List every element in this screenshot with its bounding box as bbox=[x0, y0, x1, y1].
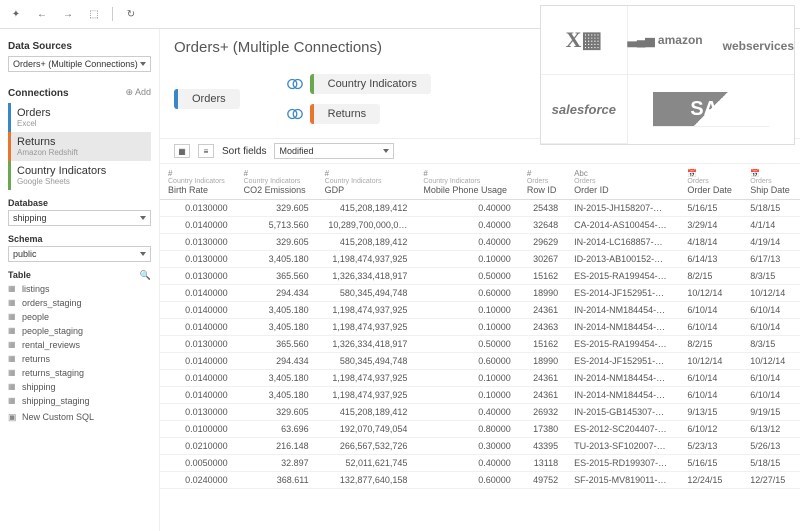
join-icon[interactable] bbox=[286, 105, 304, 123]
table-row[interactable]: 0.0130000329.605415,208,189,4120.4000026… bbox=[160, 404, 800, 421]
schema-select[interactable]: public bbox=[8, 246, 151, 262]
table-item[interactable]: returns bbox=[8, 352, 151, 366]
data-grid[interactable]: #Country IndicatorsBirth Rate#Country In… bbox=[160, 164, 800, 531]
column-header[interactable]: AbcOrdersOrder ID bbox=[566, 164, 679, 200]
excel-logo: X▦ bbox=[541, 6, 628, 75]
join-icon[interactable] bbox=[286, 75, 304, 93]
aws-logo: ▃▄▅ amazon webservices bbox=[628, 6, 794, 75]
table-list: listingsorders_stagingpeoplepeople_stagi… bbox=[8, 282, 151, 408]
connections-heading: Connections bbox=[8, 88, 69, 99]
table-item[interactable]: listings bbox=[8, 282, 151, 296]
logo-overlay: X▦ ▃▄▅ amazon webservices salesforce SAP bbox=[540, 5, 795, 145]
page-title: Orders+ (Multiple Connections) bbox=[174, 39, 382, 56]
column-header[interactable]: #Country IndicatorsBirth Rate bbox=[160, 164, 236, 200]
connection-item[interactable]: Country IndicatorsGoogle Sheets bbox=[8, 161, 151, 190]
connection-item[interactable]: OrdersExcel bbox=[8, 103, 151, 132]
table-row[interactable]: 0.01400003,405.1801,198,474,937,9250.100… bbox=[160, 302, 800, 319]
column-header[interactable]: #Country IndicatorsGDP bbox=[317, 164, 416, 200]
table-row[interactable]: 0.01400003,405.1801,198,474,937,9250.100… bbox=[160, 319, 800, 336]
table-row[interactable]: 0.0130000329.605415,208,189,4120.4000029… bbox=[160, 234, 800, 251]
table-item[interactable]: returns_staging bbox=[8, 366, 151, 380]
connection-item[interactable]: ReturnsAmazon Redshift bbox=[8, 132, 151, 161]
table-row[interactable]: 0.005000032.89752,011,621,7450.400001311… bbox=[160, 455, 800, 472]
column-header[interactable]: 📅OrdersShip Date bbox=[742, 164, 800, 200]
search-icon[interactable]: 🔍 bbox=[140, 270, 151, 281]
table-row[interactable]: 0.01400005,713.56010,289,700,000,0…0.400… bbox=[160, 217, 800, 234]
table-item[interactable]: orders_staging bbox=[8, 296, 151, 310]
column-header[interactable]: #OrdersRow ID bbox=[519, 164, 566, 200]
table-label: Table 🔍 bbox=[8, 270, 151, 280]
forward-icon[interactable]: → bbox=[60, 6, 76, 22]
sort-label: Sort fields bbox=[222, 146, 266, 157]
save-icon[interactable]: ⬚ bbox=[86, 6, 102, 22]
table-row[interactable]: 0.0210000216.148266,567,532,7260.3000043… bbox=[160, 438, 800, 455]
table-row[interactable]: 0.0140000294.434580,345,494,7480.6000018… bbox=[160, 353, 800, 370]
table-item[interactable]: rental_reviews bbox=[8, 338, 151, 352]
app-logo-icon: ✦ bbox=[8, 6, 24, 22]
schema-label: Schema bbox=[8, 234, 151, 244]
column-header[interactable]: #Country IndicatorsCO2 Emissions bbox=[236, 164, 317, 200]
back-icon[interactable]: ← bbox=[34, 6, 50, 22]
add-connection-button[interactable]: ⊕ Add bbox=[125, 87, 151, 98]
table-row[interactable]: 0.01400003,405.1801,198,474,937,9250.100… bbox=[160, 370, 800, 387]
refresh-icon[interactable]: ↻ bbox=[123, 6, 139, 22]
grid-view-toggle[interactable]: ▦ bbox=[174, 144, 190, 158]
table-item[interactable]: people bbox=[8, 310, 151, 324]
table-row[interactable]: 0.0240000368.611132,877,640,1580.6000049… bbox=[160, 472, 800, 489]
sort-select[interactable]: Modified bbox=[274, 143, 394, 159]
returns-pill[interactable]: Returns bbox=[310, 104, 381, 124]
data-sources-heading: Data Sources bbox=[8, 41, 151, 52]
chevron-down-icon bbox=[383, 149, 389, 153]
table-row[interactable]: 0.0140000294.434580,345,494,7480.6000018… bbox=[160, 285, 800, 302]
salesforce-logo: salesforce bbox=[541, 75, 628, 144]
new-custom-sql[interactable]: ▣ New Custom SQL bbox=[8, 408, 151, 424]
chevron-down-icon bbox=[140, 252, 146, 256]
table-row[interactable]: 0.01400003,405.1801,198,474,937,9250.100… bbox=[160, 387, 800, 404]
orders-pill[interactable]: Orders bbox=[174, 89, 240, 109]
table-row[interactable]: 0.0130000365.5601,326,334,418,9170.50000… bbox=[160, 268, 800, 285]
sidebar: Data Sources Orders+ (Multiple Connectio… bbox=[0, 29, 160, 531]
chevron-down-icon bbox=[140, 62, 146, 66]
table-row[interactable]: 0.01300003,405.1801,198,474,937,9250.100… bbox=[160, 251, 800, 268]
sap-logo: SAP bbox=[653, 92, 769, 127]
table-row[interactable]: 0.0130000365.5601,326,334,418,9170.50000… bbox=[160, 336, 800, 353]
table-item[interactable]: shipping_staging bbox=[8, 394, 151, 408]
table-item[interactable]: shipping bbox=[8, 380, 151, 394]
chevron-down-icon bbox=[140, 216, 146, 220]
datasource-select[interactable]: Orders+ (Multiple Connections) bbox=[8, 56, 151, 72]
table-row[interactable]: 0.010000063.696192,070,749,0540.80000173… bbox=[160, 421, 800, 438]
country-indicators-pill[interactable]: Country Indicators bbox=[310, 74, 431, 94]
table-item[interactable]: people_staging bbox=[8, 324, 151, 338]
column-header[interactable]: 📅OrdersOrder Date bbox=[679, 164, 742, 200]
table-row[interactable]: 0.0130000329.605415,208,189,4120.4000025… bbox=[160, 200, 800, 217]
database-label: Database bbox=[8, 198, 151, 208]
column-header[interactable]: #Country IndicatorsMobile Phone Usage bbox=[415, 164, 518, 200]
list-view-toggle[interactable]: ≡ bbox=[198, 144, 214, 158]
database-select[interactable]: shipping bbox=[8, 210, 151, 226]
